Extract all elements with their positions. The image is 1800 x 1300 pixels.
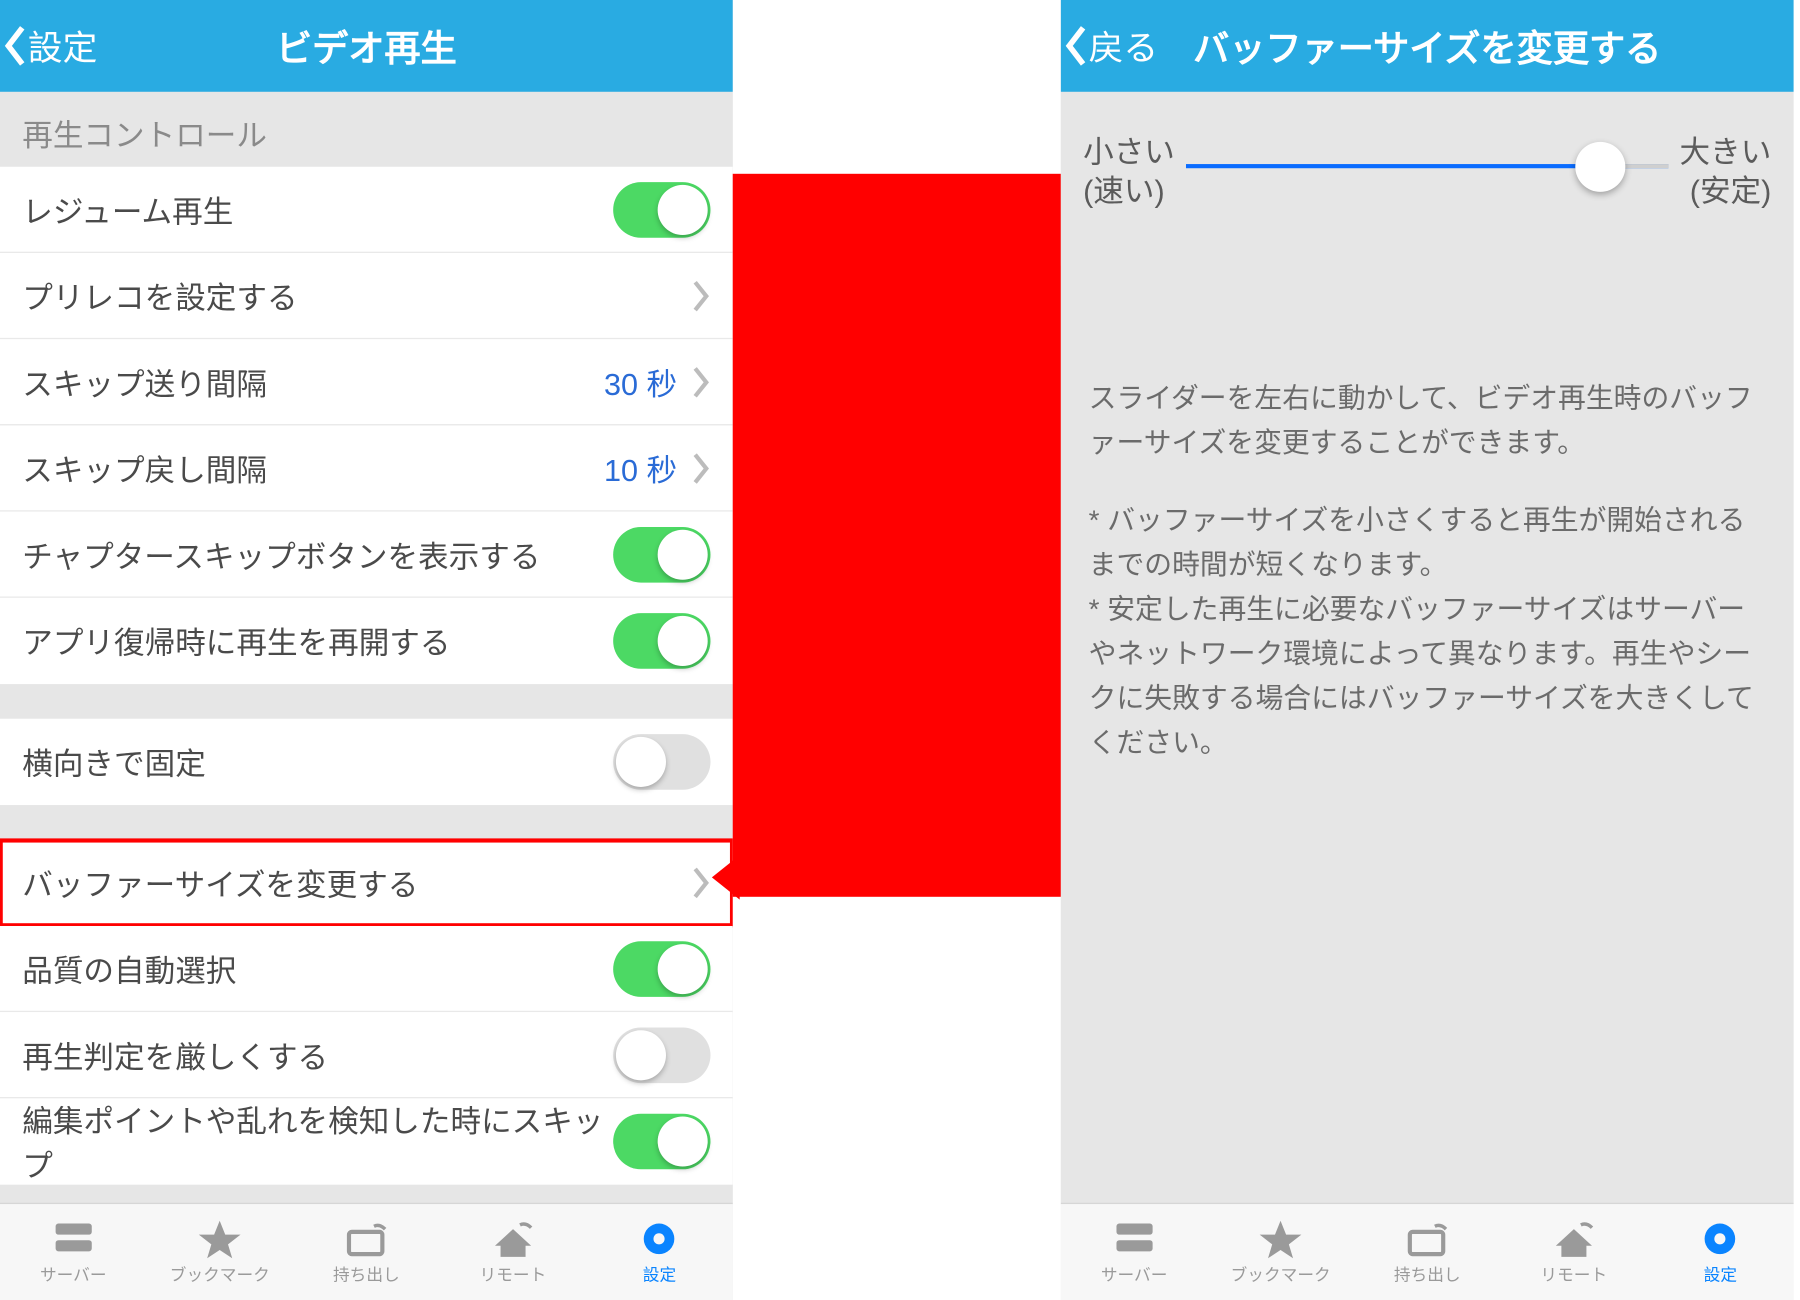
buffer-slider[interactable] bbox=[1186, 133, 1668, 203]
row-label: バッファーサイズを変更する bbox=[22, 860, 691, 904]
chevron-right-icon bbox=[691, 866, 710, 899]
server-icon bbox=[50, 1218, 97, 1260]
tab-server[interactable]: サーバー bbox=[0, 1204, 147, 1300]
page-title: ビデオ再生 bbox=[0, 20, 733, 71]
row-buffer-size[interactable]: バッファーサイズを変更する bbox=[0, 840, 733, 926]
row-label: アプリ復帰時に再生を再開する bbox=[22, 619, 613, 663]
tab-label: 設定 bbox=[643, 1262, 676, 1286]
tabbar: サーバー ブックマーク 持ち出し リモート 設定 bbox=[1061, 1203, 1794, 1300]
tab-label: リモート bbox=[480, 1262, 547, 1286]
gear-icon bbox=[1697, 1218, 1744, 1260]
row-label: 品質の自動選択 bbox=[22, 946, 613, 990]
tv-wifi-icon bbox=[343, 1218, 390, 1260]
chevron-right-icon bbox=[691, 279, 710, 312]
home-wifi-icon bbox=[1550, 1218, 1597, 1260]
group-buffer: バッファーサイズを変更する 品質の自動選択 再生判定を厳しくする 編集ポイントや… bbox=[0, 840, 733, 1185]
chevron-left-icon bbox=[3, 25, 28, 67]
row-auto-quality[interactable]: 品質の自動選択 bbox=[0, 926, 733, 1012]
row-value: 30 秒 bbox=[604, 359, 677, 403]
tab-label: サーバー bbox=[40, 1262, 107, 1286]
row-value: 10 秒 bbox=[604, 446, 677, 490]
chevron-right-icon bbox=[691, 451, 710, 484]
row-resume[interactable]: レジューム再生 bbox=[0, 167, 733, 253]
star-icon bbox=[196, 1218, 243, 1260]
row-skip-back[interactable]: スキップ戻し間隔 10 秒 bbox=[0, 425, 733, 511]
row-label: 再生判定を厳しくする bbox=[22, 1032, 613, 1076]
header: 設定 ビデオ再生 bbox=[0, 0, 733, 92]
row-resume-app[interactable]: アプリ復帰時に再生を再開する bbox=[0, 598, 733, 684]
group-playback: レジューム再生 プリレコを設定する スキップ送り間隔 30 秒 スキップ戻し間隔… bbox=[0, 167, 733, 684]
toggle-resume-app[interactable] bbox=[613, 613, 710, 669]
row-skip-forward[interactable]: スキップ送り間隔 30 秒 bbox=[0, 339, 733, 425]
back-label: 設定 bbox=[28, 21, 98, 71]
row-label: レジューム再生 bbox=[22, 187, 613, 231]
tv-wifi-icon bbox=[1404, 1218, 1451, 1260]
desc-line: * 安定した再生に必要なバッファーサイズはサーバーやネットワーク環境によって異な… bbox=[1089, 595, 1754, 759]
tab-server[interactable]: サーバー bbox=[1061, 1204, 1208, 1300]
screen-video-settings: 設定 ビデオ再生 再生コントロール レジューム再生 プリレコを設定する スキップ… bbox=[0, 0, 733, 1300]
page-title: バッファーサイズを変更する bbox=[1061, 20, 1794, 71]
tab-bookmark[interactable]: ブックマーク bbox=[147, 1204, 294, 1300]
desc-line: スライダーを左右に動かして、ビデオ再生時のバッファーサイズを変更することができま… bbox=[1089, 377, 1766, 466]
tab-label: ブックマーク bbox=[170, 1262, 270, 1286]
slider-area: 小さい (速い) 大きい (安定) bbox=[1061, 92, 1794, 266]
callout-highlight bbox=[733, 174, 1074, 897]
tab-label: 持ち出し bbox=[1394, 1262, 1461, 1286]
tab-settings[interactable]: 設定 bbox=[1647, 1204, 1794, 1300]
settings-content: 再生コントロール レジューム再生 プリレコを設定する スキップ送り間隔 30 秒… bbox=[0, 92, 733, 1203]
back-button[interactable]: 戻る bbox=[1061, 21, 1167, 71]
toggle-strict[interactable] bbox=[613, 1027, 710, 1083]
description: スライダーを左右に動かして、ビデオ再生時のバッファーサイズを変更することができま… bbox=[1061, 266, 1794, 767]
tab-carryout[interactable]: 持ち出し bbox=[1354, 1204, 1501, 1300]
group-orientation: 横向きで固定 bbox=[0, 719, 733, 805]
row-strict-play[interactable]: 再生判定を厳しくする bbox=[0, 1012, 733, 1098]
row-label: スキップ戻し間隔 bbox=[22, 446, 604, 490]
row-chapter-skip[interactable]: チャプタースキップボタンを表示する bbox=[0, 512, 733, 598]
header: 戻る バッファーサイズを変更する bbox=[1061, 0, 1794, 92]
desc-line: * バッファーサイズを小さくすると再生が開始されるまでの時間が短くなります。 bbox=[1089, 506, 1746, 581]
row-label: スキップ送り間隔 bbox=[22, 359, 604, 403]
tab-label: サーバー bbox=[1101, 1262, 1168, 1286]
tab-label: 設定 bbox=[1704, 1262, 1737, 1286]
slider-max-label: 大きい (安定) bbox=[1680, 133, 1772, 209]
tab-bookmark[interactable]: ブックマーク bbox=[1207, 1204, 1354, 1300]
chevron-left-icon bbox=[1064, 25, 1089, 67]
toggle-resume[interactable] bbox=[613, 181, 710, 237]
tab-carryout[interactable]: 持ち出し bbox=[293, 1204, 440, 1300]
chevron-right-icon bbox=[691, 365, 710, 398]
row-landscape-lock[interactable]: 横向きで固定 bbox=[0, 719, 733, 805]
tab-remote[interactable]: リモート bbox=[440, 1204, 587, 1300]
tab-label: ブックマーク bbox=[1231, 1262, 1331, 1286]
tabbar: サーバー ブックマーク 持ち出し リモート 設定 bbox=[0, 1203, 733, 1300]
toggle-landscape[interactable] bbox=[613, 734, 710, 790]
screen-buffer-size: 戻る バッファーサイズを変更する 小さい (速い) 大きい ( bbox=[1061, 0, 1794, 1300]
toggle-chapter[interactable] bbox=[613, 526, 710, 582]
row-label: チャプタースキップボタンを表示する bbox=[22, 532, 613, 576]
row-label: 横向きで固定 bbox=[22, 740, 613, 784]
server-icon bbox=[1110, 1218, 1157, 1260]
back-button[interactable]: 設定 bbox=[0, 21, 106, 71]
row-label: 編集ポイントや乱れを検知した時にスキップ bbox=[22, 1097, 613, 1186]
toggle-auto-quality[interactable] bbox=[613, 941, 710, 997]
toggle-edit-skip[interactable] bbox=[613, 1114, 710, 1170]
tab-remote[interactable]: リモート bbox=[1501, 1204, 1648, 1300]
row-label: プリレコを設定する bbox=[22, 273, 691, 317]
section-label-playback: 再生コントロール bbox=[0, 92, 733, 167]
tab-label: リモート bbox=[1540, 1262, 1607, 1286]
gear-icon bbox=[636, 1218, 683, 1260]
tab-label: 持ち出し bbox=[333, 1262, 400, 1286]
tab-settings[interactable]: 設定 bbox=[586, 1204, 733, 1300]
home-wifi-icon bbox=[489, 1218, 536, 1260]
star-icon bbox=[1257, 1218, 1304, 1260]
slider-thumb[interactable] bbox=[1576, 142, 1626, 192]
back-label: 戻る bbox=[1089, 21, 1159, 71]
row-edit-skip[interactable]: 編集ポイントや乱れを検知した時にスキップ bbox=[0, 1098, 733, 1184]
slider-min-label: 小さい (速い) bbox=[1083, 133, 1175, 209]
row-prereco[interactable]: プリレコを設定する bbox=[0, 253, 733, 339]
buffer-content: 小さい (速い) 大きい (安定) スライダーを左右に動かして、ビデオ再生時のバ… bbox=[1061, 92, 1794, 1203]
